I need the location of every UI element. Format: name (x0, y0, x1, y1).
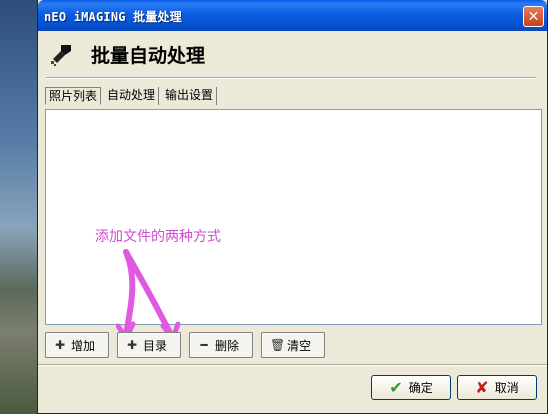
clear-button[interactable]: 🗑 清空 (261, 332, 325, 358)
header: 批量自动处理 (41, 31, 544, 75)
clear-button-label: 清空 (287, 338, 312, 353)
ok-button[interactable]: ✔ 确定 (371, 375, 451, 400)
checkmark-icon: ✔ (389, 378, 403, 397)
cancel-button-label: 取消 (494, 381, 519, 395)
close-icon: ✕ (527, 8, 540, 25)
header-divider (46, 77, 536, 79)
folder-button[interactable]: ✚ 目录 (117, 332, 181, 358)
batch-hammer-icon (51, 45, 71, 66)
delete-button[interactable]: ━ 删除 (189, 332, 253, 358)
ok-button-label: 确定 (408, 381, 433, 395)
batch-process-window: nEO iMAGING 批量处理 ✕ 批量自动处理 照片列表 自动处理 输出设置… (37, 0, 548, 414)
tab-output-settings[interactable]: 输出设置 (162, 87, 218, 105)
add-button-label: 增加 (71, 338, 96, 353)
cancel-button[interactable]: ✘ 取消 (457, 375, 537, 400)
window-title: nEO iMAGING 批量处理 (44, 10, 182, 24)
plus-icon: ✚ (54, 338, 66, 352)
trash-icon: 🗑 (270, 338, 286, 352)
tab-auto-process[interactable]: 自动处理 (104, 87, 160, 105)
annotation-arrows (116, 249, 181, 340)
minus-icon: ━ (200, 338, 208, 352)
delete-button-label: 删除 (215, 338, 240, 353)
folder-button-label: 目录 (143, 338, 168, 353)
page-title: 批量自动处理 (91, 45, 206, 67)
title-bar[interactable]: nEO iMAGING 批量处理 ✕ (38, 0, 547, 31)
tab-strip: 照片列表 自动处理 输出设置 (45, 87, 220, 105)
x-icon: ✘ (475, 378, 489, 397)
desktop-background (0, 0, 40, 414)
add-button[interactable]: ✚ 增加 (45, 332, 109, 358)
tab-photo-list[interactable]: 照片列表 (45, 87, 102, 105)
footer-divider (38, 364, 547, 366)
close-button[interactable]: ✕ (523, 6, 544, 27)
plus-icon: ✚ (126, 338, 138, 352)
